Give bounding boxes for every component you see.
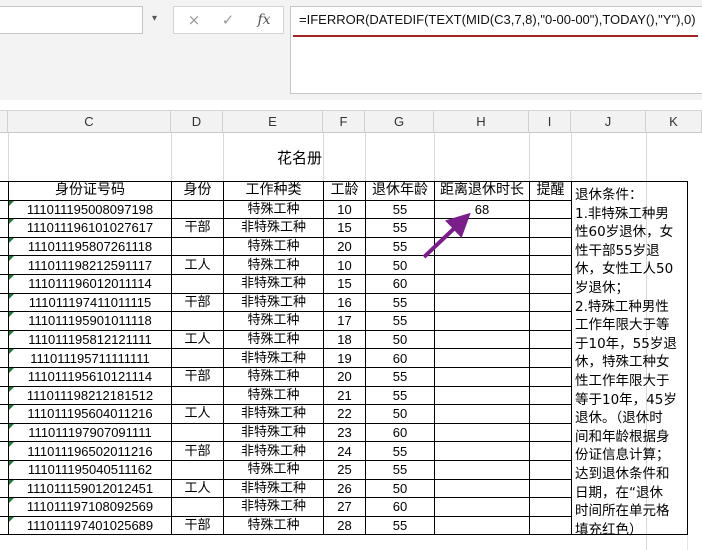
annotation-arrow-icon xyxy=(422,212,471,259)
